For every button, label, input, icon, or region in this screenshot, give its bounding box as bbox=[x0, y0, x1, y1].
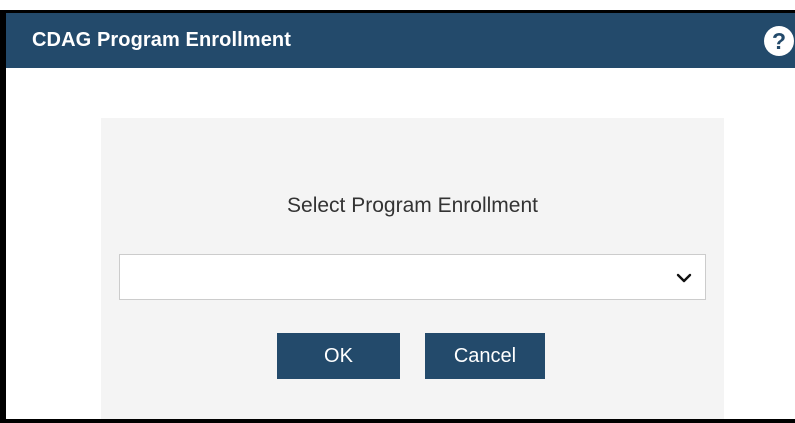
chevron-down-icon bbox=[676, 273, 692, 283]
program-enrollment-select[interactable] bbox=[119, 254, 706, 300]
help-icon[interactable]: ? bbox=[764, 26, 794, 56]
cancel-button[interactable]: Cancel bbox=[425, 333, 545, 379]
ok-button[interactable]: OK bbox=[277, 333, 400, 379]
dialog-title-bar: CDAG Program Enrollment ? bbox=[6, 13, 795, 68]
bottom-border bbox=[0, 419, 795, 423]
left-border bbox=[0, 12, 6, 423]
dialog-title: CDAG Program Enrollment bbox=[32, 29, 291, 51]
content-panel: Select Program Enrollment OK Cancel bbox=[101, 118, 724, 423]
dialog-window: CDAG Program Enrollment ? Select Program… bbox=[0, 0, 795, 423]
select-prompt: Select Program Enrollment bbox=[287, 194, 538, 217]
